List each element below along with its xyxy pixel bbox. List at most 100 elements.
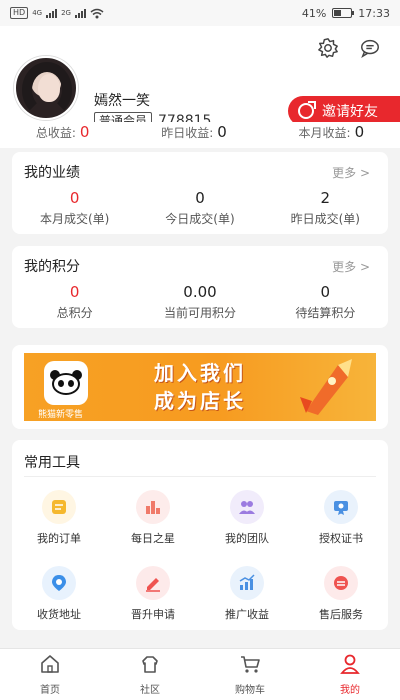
tools-card: 常用工具 我的订单 每日之星 我的团队 授权证书收货地址 晋升申请 推广收益 售后服务 <box>12 440 388 630</box>
panda-logo <box>44 361 88 405</box>
header-actions <box>316 36 382 60</box>
status-right: 41% 17:33 <box>302 7 390 20</box>
stat-value: 0 <box>320 283 331 301</box>
earning-item: 总收益: 0 <box>36 122 90 142</box>
banner-headline: 加入我们 成为店长 <box>154 359 246 415</box>
message-icon <box>361 39 379 58</box>
settings-button[interactable] <box>316 36 340 60</box>
panda-icon <box>50 370 82 396</box>
stat-label: 今日成交(单) <box>165 212 235 226</box>
username: 嫣然一笑 <box>94 93 150 109</box>
tools-divider <box>24 476 376 477</box>
tool-label: 推广收益 <box>225 608 269 621</box>
tool-item[interactable]: 收货地址 <box>12 566 106 622</box>
tool-item[interactable]: 授权证书 <box>294 490 388 546</box>
join-banner[interactable]: 熊猫新零售 加入我们 成为店长 <box>24 353 376 421</box>
tool-item[interactable]: 售后服务 <box>294 566 388 622</box>
profile-icon <box>339 653 361 679</box>
battery-percent: 41% <box>301 6 327 20</box>
network-indicator: HD <box>10 7 29 19</box>
stat-label: 昨日成交(单) <box>290 212 360 226</box>
earning-label: 总收益: <box>35 125 76 140</box>
tab-label: 我的 <box>340 685 360 696</box>
location-icon <box>42 566 76 600</box>
avatar[interactable] <box>14 56 78 120</box>
earning-item: 昨日收益: 0 <box>161 122 227 142</box>
tool-item[interactable]: 我的团队 <box>200 490 294 546</box>
clock: 17:33 <box>358 6 390 20</box>
signal-icon-2 <box>74 8 86 18</box>
points-title: 我的积分 <box>24 259 80 275</box>
stat-label: 本月成交(单) <box>39 212 110 226</box>
tab-community[interactable]: 社区 <box>100 649 200 700</box>
stat-value: 2 <box>320 189 331 207</box>
tool-item[interactable]: 推广收益 <box>200 566 294 622</box>
tool-label: 我的订单 <box>37 532 81 545</box>
signal-label-2: 2G <box>61 9 71 17</box>
growth-chart-icon <box>230 566 264 600</box>
status-bar: HD 4G 2G 41% 17:33 <box>0 0 400 26</box>
performance-more-link[interactable]: 更多 > <box>332 164 370 181</box>
tab-profile[interactable]: 我的 <box>300 649 400 700</box>
tool-grid: 我的订单 每日之星 我的团队 授权证书收货地址 晋升申请 推广收益 售后服务 <box>12 490 388 622</box>
rocket-decoration-icon <box>300 359 352 415</box>
stat-label: 总积分 <box>56 306 93 320</box>
banner-brand: 熊猫新零售 <box>38 410 84 420</box>
tool-item[interactable]: 晋升申请 <box>106 566 200 622</box>
stat-value: 0.00 <box>183 283 217 301</box>
signal-icon <box>46 8 58 18</box>
tool-label: 我的团队 <box>225 532 269 545</box>
home-icon <box>39 653 61 679</box>
tool-label: 每日之星 <box>131 532 175 545</box>
earning-value: 0 <box>217 123 227 141</box>
performance-stats: 0 本月成交(单) 0 今日成交(单) 2 昨日成交(单) <box>12 188 388 227</box>
gear-icon <box>318 38 338 58</box>
tool-item[interactable]: 每日之星 <box>106 490 200 546</box>
stat-value: 0 <box>69 283 80 301</box>
tools-title: 常用工具 <box>24 455 80 471</box>
messages-button[interactable] <box>358 36 382 60</box>
banner-line-2: 成为店长 <box>154 389 246 413</box>
stat-item[interactable]: 2 昨日成交(单) <box>263 188 388 227</box>
tab-label: 社区 <box>140 685 160 696</box>
signal-label-1: 4G <box>32 9 43 17</box>
stat-item[interactable]: 0 总积分 <box>12 282 137 321</box>
tab-cart[interactable]: 购物车 <box>200 649 300 700</box>
points-more-link[interactable]: 更多 > <box>332 258 370 275</box>
certificate-icon <box>324 490 358 524</box>
tool-label: 收货地址 <box>37 608 81 621</box>
earning-value: 0 <box>79 123 90 141</box>
cart-icon <box>239 653 261 679</box>
earning-item: 本月收益: 0 <box>299 122 365 142</box>
points-stats: 0 总积分 0.00 当前可用积分 0 待结算积分 <box>12 282 388 321</box>
community-icon <box>139 653 161 679</box>
service-icon <box>324 566 358 600</box>
points-card: 我的积分 更多 > 0 总积分 0.00 当前可用积分 0 待结算积分 <box>12 246 388 328</box>
stat-item[interactable]: 0 待结算积分 <box>263 282 388 321</box>
tool-item[interactable]: 我的订单 <box>12 490 106 546</box>
tab-label: 购物车 <box>235 685 265 696</box>
bottom-tab-bar: 首页 社区 购物车 我的 <box>0 648 400 700</box>
stat-item[interactable]: 0 本月成交(单) <box>12 188 137 227</box>
order-icon <box>42 490 76 524</box>
wifi-icon <box>90 8 104 18</box>
tab-home[interactable]: 首页 <box>0 649 100 700</box>
earnings-summary: 总收益: 0 昨日收益: 0 本月收益: 0 <box>0 122 400 142</box>
stat-item[interactable]: 0.00 当前可用积分 <box>137 282 262 321</box>
banner-line-1: 加入我们 <box>154 361 246 385</box>
edit-icon <box>136 566 170 600</box>
tab-label: 首页 <box>40 685 60 696</box>
stat-value: 0 <box>69 189 80 207</box>
earning-label: 本月收益: <box>298 125 351 140</box>
stat-label: 待结算积分 <box>295 306 356 320</box>
status-left: HD 4G 2G <box>10 7 104 19</box>
team-icon <box>230 490 264 524</box>
stat-item[interactable]: 0 今日成交(单) <box>137 188 262 227</box>
tool-label: 晋升申请 <box>131 608 175 621</box>
star-chart-icon <box>136 490 170 524</box>
banner-card: 熊猫新零售 加入我们 成为店长 <box>12 345 388 429</box>
tool-label: 售后服务 <box>319 608 363 621</box>
earning-value: 0 <box>354 123 365 141</box>
earning-label: 昨日收益: <box>161 125 214 140</box>
invite-label: 邀请好友 <box>322 104 378 120</box>
